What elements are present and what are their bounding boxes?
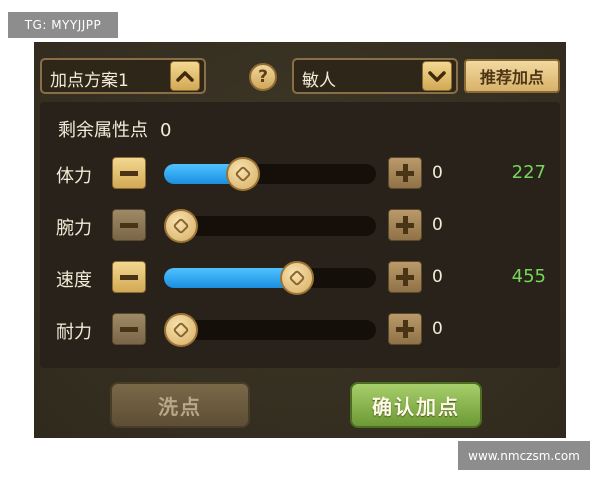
minus-icon xyxy=(120,274,138,280)
reset-points-button[interactable]: 洗点 xyxy=(110,382,250,428)
minus-button[interactable] xyxy=(112,157,146,189)
stat-row-vitality: 体力 0 227 xyxy=(40,154,560,194)
stat-name: 耐力 xyxy=(56,322,92,343)
slider-knob[interactable] xyxy=(164,313,198,347)
stat-total: 455 xyxy=(511,266,546,287)
slider-knob[interactable] xyxy=(164,209,198,243)
stat-added: 0 xyxy=(432,215,443,235)
plus-button[interactable] xyxy=(388,261,422,293)
plan-dropdown[interactable]: 加点方案1 xyxy=(40,58,206,94)
stat-name: 腕力 xyxy=(56,218,92,239)
watermark-bottom-right: www.nmczsm.com xyxy=(458,441,590,470)
remaining-points: 剩余属性点 0 xyxy=(58,116,171,142)
preset-dropdown-value: 敏人 xyxy=(302,71,336,91)
minus-button[interactable] xyxy=(112,209,146,241)
minus-button[interactable] xyxy=(112,313,146,345)
help-button[interactable]: ? xyxy=(249,63,277,91)
chevron-up-icon[interactable] xyxy=(170,61,200,91)
stat-slider[interactable] xyxy=(164,313,376,347)
stat-name: 速度 xyxy=(56,270,92,291)
plus-button[interactable] xyxy=(388,157,422,189)
chevron-down-icon[interactable] xyxy=(422,61,452,91)
slider-knob[interactable] xyxy=(279,261,314,295)
stat-slider[interactable] xyxy=(164,157,376,191)
plus-button[interactable] xyxy=(388,209,422,241)
stat-added: 0 xyxy=(432,163,443,183)
minus-icon xyxy=(120,222,138,228)
plan-dropdown-value: 加点方案1 xyxy=(50,71,129,91)
remaining-points-value: 0 xyxy=(160,120,172,141)
minus-button[interactable] xyxy=(112,261,146,293)
recommend-button[interactable]: 推荐加点 xyxy=(464,59,560,93)
attributes-area: 剩余属性点 0 体力 0 227 腕力 0 速度 0 455 耐力 0 xyxy=(40,102,560,368)
stat-row-speed: 速度 0 455 xyxy=(40,258,560,298)
stat-added: 0 xyxy=(432,319,443,339)
slider-knob[interactable] xyxy=(226,157,261,191)
plus-button[interactable] xyxy=(388,313,422,345)
watermark-top-left: TG: MYYJJPP xyxy=(8,12,118,38)
confirm-points-button[interactable]: 确认加点 xyxy=(350,382,482,428)
slider-fill xyxy=(164,268,297,288)
stat-row-strength: 腕力 0 xyxy=(40,206,560,246)
stat-slider[interactable] xyxy=(164,261,376,295)
stat-slider[interactable] xyxy=(164,209,376,243)
minus-icon xyxy=(120,170,138,176)
stat-row-endurance: 耐力 0 xyxy=(40,310,560,350)
stat-added: 0 xyxy=(432,267,443,287)
remaining-points-label: 剩余属性点 xyxy=(58,120,148,141)
stat-allocation-panel: 加点方案1 ? 敏人 推荐加点 剩余属性点 0 体力 0 227 腕力 0 速度… xyxy=(34,42,566,438)
stat-name: 体力 xyxy=(56,166,92,187)
minus-icon xyxy=(120,326,138,332)
stat-total: 227 xyxy=(511,162,546,183)
preset-dropdown[interactable]: 敏人 xyxy=(292,58,458,94)
